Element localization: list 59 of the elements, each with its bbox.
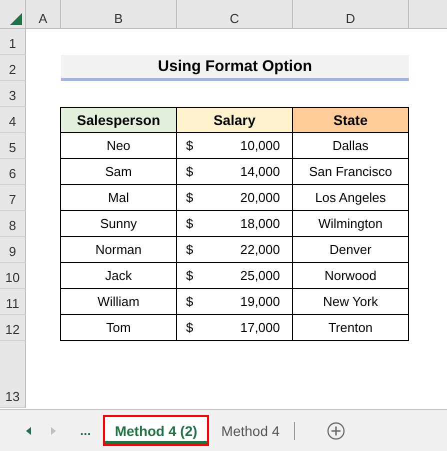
- table-cell: Norman: [60, 237, 177, 263]
- table-cell: Sam: [60, 159, 177, 185]
- column-header[interactable]: D: [293, 0, 409, 28]
- amount: 10,000: [240, 138, 280, 153]
- row-header[interactable]: 5: [0, 133, 26, 159]
- row-header[interactable]: 12: [0, 315, 26, 341]
- currency-symbol: $: [186, 190, 194, 205]
- currency-symbol: $: [186, 216, 194, 231]
- currency-symbol: $: [186, 294, 194, 309]
- more-tabs-button[interactable]: ...: [80, 423, 91, 438]
- table-cell: San Francisco: [293, 159, 409, 185]
- currency-symbol: $: [186, 242, 194, 257]
- table-cell: Sunny: [60, 211, 177, 237]
- row-header[interactable]: 9: [0, 237, 26, 263]
- table-cell: William: [60, 289, 177, 315]
- currency-symbol: $: [186, 320, 194, 335]
- table-cell: Denver: [293, 237, 409, 263]
- header-cell: Salary: [177, 107, 293, 133]
- scroll-left-icon[interactable]: [24, 426, 34, 436]
- table-cell: Wilmington: [293, 211, 409, 237]
- currency-symbol: $: [186, 164, 194, 179]
- add-sheet-icon[interactable]: [326, 422, 345, 440]
- table-cell: Tom: [60, 315, 177, 341]
- table-cell: Norwood: [293, 263, 409, 289]
- table-cell: Mal: [60, 185, 177, 211]
- sheet-tab[interactable]: Method 4: [209, 415, 292, 446]
- table-cell: Trenton: [293, 315, 409, 341]
- row-header[interactable]: 1: [0, 29, 26, 55]
- table-cell: Los Angeles: [293, 185, 409, 211]
- amount: 20,000: [240, 190, 280, 205]
- column-header[interactable]: C: [177, 0, 293, 28]
- amount: 22,000: [240, 242, 280, 257]
- table-cell: Neo: [60, 133, 177, 159]
- title-cell: Using Format Option: [61, 55, 409, 81]
- row-header[interactable]: 4: [0, 107, 26, 133]
- amount: 19,000: [240, 294, 280, 309]
- row-header[interactable]: 3: [0, 81, 26, 107]
- sheet-tab[interactable]: Method 4 (2): [102, 415, 210, 446]
- row-header[interactable]: 8: [0, 211, 26, 237]
- column-header[interactable]: A: [26, 0, 61, 28]
- table-cell: Jack: [60, 263, 177, 289]
- header-cell: Salesperson: [60, 107, 177, 133]
- row-header[interactable]: 11: [0, 289, 26, 315]
- amount: 25,000: [240, 268, 280, 283]
- row-header[interactable]: 6: [0, 159, 26, 185]
- row-header[interactable]: 7: [0, 185, 26, 211]
- row-header[interactable]: 10: [0, 263, 26, 289]
- row-header[interactable]: 13: [0, 341, 26, 408]
- currency-symbol: $: [186, 138, 194, 153]
- select-all-icon[interactable]: [10, 13, 22, 25]
- row-header[interactable]: 2: [0, 55, 26, 81]
- amount: 18,000: [240, 216, 280, 231]
- table-cell: New York: [293, 289, 409, 315]
- amount: 17,000: [240, 320, 280, 335]
- column-header[interactable]: B: [61, 0, 177, 28]
- amount: 14,000: [240, 164, 280, 179]
- currency-symbol: $: [186, 268, 194, 283]
- header-cell: State: [293, 107, 409, 133]
- table-cell: Dallas: [293, 133, 409, 159]
